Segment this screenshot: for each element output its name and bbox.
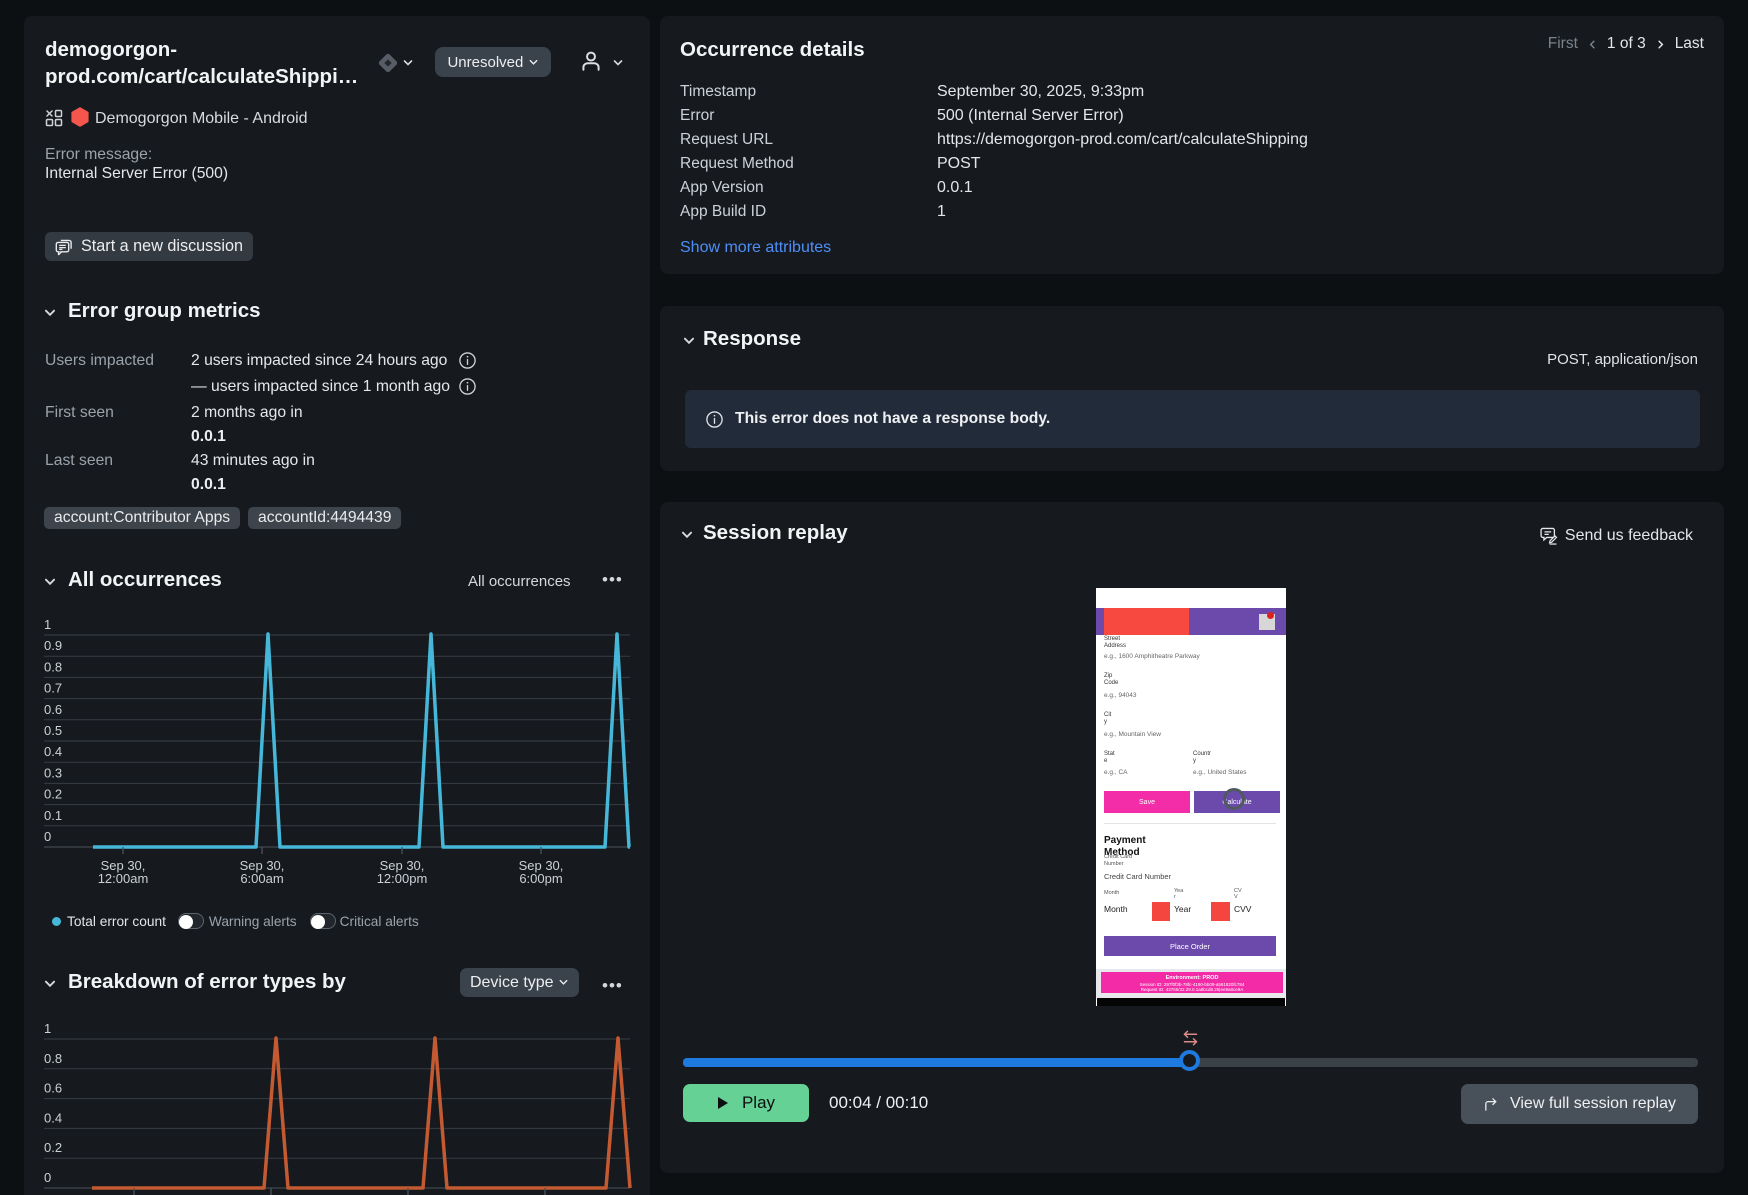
- svg-text:12:00pm: 12:00pm: [377, 871, 428, 886]
- svg-text:0.1: 0.1: [44, 808, 62, 823]
- svg-text:0: 0: [44, 829, 51, 844]
- svg-text:0: 0: [44, 1170, 51, 1185]
- svg-text:0.5: 0.5: [44, 723, 62, 738]
- svg-text:0.7: 0.7: [44, 681, 62, 696]
- svg-text:0.4: 0.4: [44, 744, 62, 759]
- svg-text:0.6: 0.6: [44, 1081, 62, 1096]
- svg-text:0.3: 0.3: [44, 765, 62, 780]
- svg-text:0.4: 0.4: [44, 1110, 62, 1125]
- svg-text:6:00am: 6:00am: [240, 871, 283, 886]
- svg-text:6:00pm: 6:00pm: [519, 871, 562, 886]
- svg-text:1: 1: [44, 617, 51, 632]
- svg-text:0.2: 0.2: [44, 787, 62, 802]
- svg-text:1: 1: [44, 1021, 51, 1036]
- svg-text:0.8: 0.8: [44, 1051, 62, 1066]
- svg-text:0.6: 0.6: [44, 702, 62, 717]
- svg-text:0.9: 0.9: [44, 638, 62, 653]
- svg-text:0.8: 0.8: [44, 659, 62, 674]
- svg-text:0.2: 0.2: [44, 1140, 62, 1155]
- svg-text:12:00am: 12:00am: [98, 871, 149, 886]
